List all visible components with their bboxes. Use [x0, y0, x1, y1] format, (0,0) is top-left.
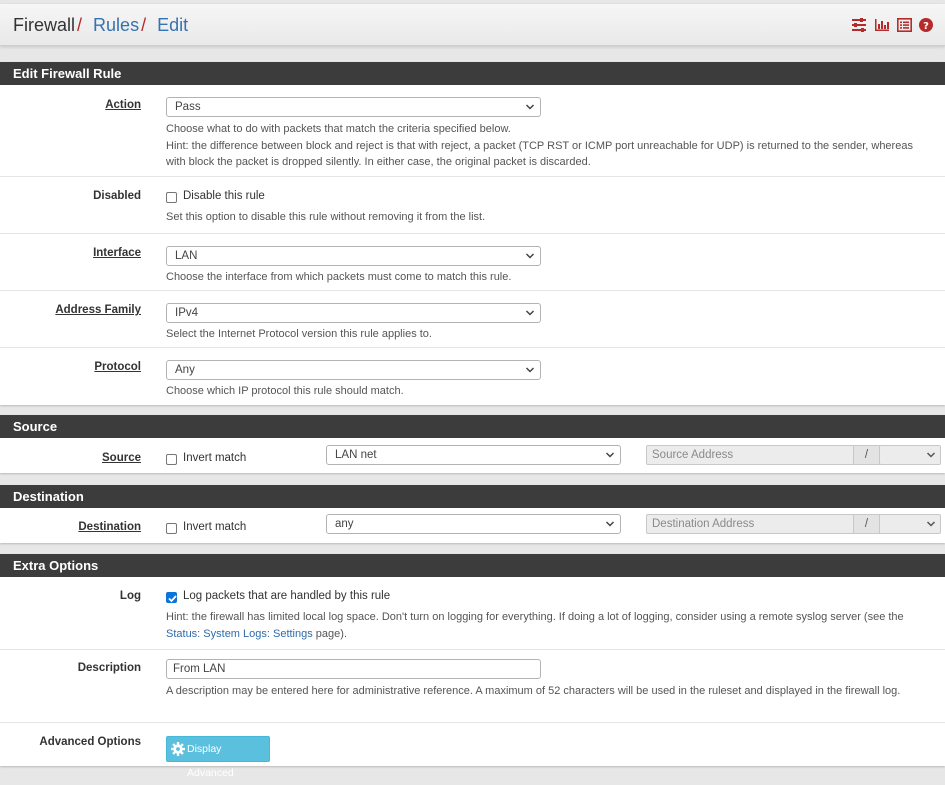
action-help: Choose what to do with packets that matc…: [166, 121, 915, 171]
action-label: Action: [105, 99, 141, 111]
check-icon: [168, 595, 177, 603]
source-invert-checkbox[interactable]: [166, 454, 177, 465]
interface-select-value: LAN: [175, 250, 198, 262]
chevron-down-icon: [525, 104, 535, 110]
log-row: Log Log packets that are handled by this…: [0, 577, 945, 650]
edit-rule-panel: Edit Firewall Rule Action Pass Choose wh…: [0, 62, 945, 405]
breadcrumb-separator: /: [141, 15, 147, 35]
help-icon[interactable]: ?: [919, 18, 933, 32]
destination-type-select-value: any: [335, 518, 354, 530]
display-advanced-button[interactable]: Display Advanced: [166, 736, 270, 779]
advanced-options-label: Advanced Options: [39, 736, 141, 748]
interface-help: Choose the interface from which packets …: [166, 271, 512, 283]
breadcrumb-edit-link[interactable]: Edit: [157, 15, 188, 35]
panel-title: Edit Firewall Rule: [0, 62, 945, 85]
address-family-select[interactable]: IPv4: [166, 303, 541, 323]
description-row: Description From LAN A description may b…: [0, 650, 945, 723]
cidr-separator: /: [853, 514, 880, 534]
display-advanced-button-label: Display Advanced: [187, 743, 234, 779]
protocol-select-value: Any: [175, 364, 195, 376]
destination-invert-checkbox-label: Invert match: [183, 521, 247, 533]
extra-options-panel: Extra Options Log Log packets that are h…: [0, 554, 945, 779]
chevron-down-icon: [605, 521, 615, 527]
disabled-label: Disabled: [93, 190, 141, 202]
action-help-text: Choose what to do with packets that matc…: [166, 123, 511, 135]
action-row: Action Pass Choose what to do with packe…: [0, 85, 945, 177]
page-header: Firewall / Rules / Edit ?: [0, 4, 945, 46]
source-type-select[interactable]: LAN net: [326, 445, 621, 465]
bar-chart-icon[interactable]: [874, 18, 890, 32]
cidr-separator: /: [853, 445, 880, 465]
interface-label: Interface: [93, 247, 141, 259]
interface-row: Interface LAN Choose the interface from …: [0, 234, 945, 291]
log-checkbox-label: Log packets that are handled by this rul…: [183, 590, 391, 602]
source-panel: Source Source Invert match LAN net Sourc…: [0, 415, 945, 473]
description-help: A description may be entered here for ad…: [166, 685, 901, 697]
source-row: Source Invert match LAN net Source Addre…: [0, 438, 945, 473]
destination-address-input[interactable]: Destination Address: [646, 514, 854, 534]
destination-mask-select[interactable]: [879, 514, 941, 534]
chevron-down-icon: [605, 452, 615, 458]
protocol-label: Protocol: [94, 361, 141, 373]
breadcrumb-rules-link[interactable]: Rules: [93, 15, 139, 35]
source-invert-checkbox-label: Invert match: [183, 452, 247, 464]
destination-label: Destination: [78, 521, 141, 533]
svg-text:?: ?: [923, 21, 929, 32]
destination-invert-checkbox[interactable]: [166, 523, 177, 534]
action-select-value: Pass: [175, 101, 201, 113]
interface-select[interactable]: LAN: [166, 246, 541, 266]
description-input[interactable]: From LAN: [166, 659, 541, 679]
address-family-help: Select the Internet Protocol version thi…: [166, 328, 432, 340]
source-label: Source: [102, 452, 141, 464]
chevron-down-icon: [525, 310, 535, 316]
advanced-options-row: Advanced Options Display Advanced: [0, 723, 945, 779]
source-mask-select[interactable]: [879, 445, 941, 465]
panel-title: Source: [0, 415, 945, 438]
log-hint-text-end: page).: [312, 627, 347, 640]
description-label: Description: [77, 662, 141, 674]
address-family-select-value: IPv4: [175, 307, 199, 319]
log-help: Hint: the firewall has limited local log…: [166, 609, 915, 642]
log-checkbox[interactable]: [166, 592, 177, 603]
protocol-help: Choose which IP protocol this rule shoul…: [166, 385, 404, 397]
chevron-down-icon: [926, 521, 936, 527]
chevron-down-icon: [525, 367, 535, 373]
breadcrumb: Firewall / Rules / Edit: [13, 15, 188, 36]
destination-type-select[interactable]: any: [326, 514, 621, 534]
disable-rule-checkbox-label: Disable this rule: [183, 190, 265, 202]
action-hint-text: Hint: the difference between block and r…: [166, 139, 913, 169]
address-family-label: Address Family: [55, 304, 141, 316]
panel-title: Destination: [0, 485, 945, 508]
list-icon[interactable]: [897, 18, 912, 32]
system-logs-settings-link[interactable]: Status: System Logs: Settings: [166, 628, 313, 640]
chevron-down-icon: [926, 452, 936, 458]
destination-panel: Destination Destination Invert match any…: [0, 485, 945, 543]
source-address-input[interactable]: Source Address: [646, 445, 854, 465]
disable-rule-checkbox[interactable]: [166, 192, 177, 203]
source-type-select-value: LAN net: [335, 449, 377, 461]
breadcrumb-separator: /: [77, 15, 83, 35]
protocol-row: Protocol Any Choose which IP protocol th…: [0, 348, 945, 405]
sliders-icon[interactable]: [851, 18, 867, 32]
chevron-down-icon: [525, 253, 535, 259]
log-label: Log: [119, 590, 141, 602]
address-family-row: Address Family IPv4 Select the Internet …: [0, 291, 945, 348]
panel-title: Extra Options: [0, 554, 945, 577]
breadcrumb-firewall: Firewall: [13, 15, 76, 35]
destination-row: Destination Invert match any Destination…: [0, 508, 945, 543]
header-icon-bar: ?: [851, 18, 933, 32]
action-select[interactable]: Pass: [166, 97, 541, 117]
disabled-help: Set this option to disable this rule wit…: [166, 211, 486, 223]
protocol-select[interactable]: Any: [166, 360, 541, 380]
disabled-row: Disabled Disable this rule Set this opti…: [0, 177, 945, 234]
gear-icon: [171, 742, 185, 756]
log-hint-text: Hint: the firewall has limited local log…: [166, 611, 904, 623]
